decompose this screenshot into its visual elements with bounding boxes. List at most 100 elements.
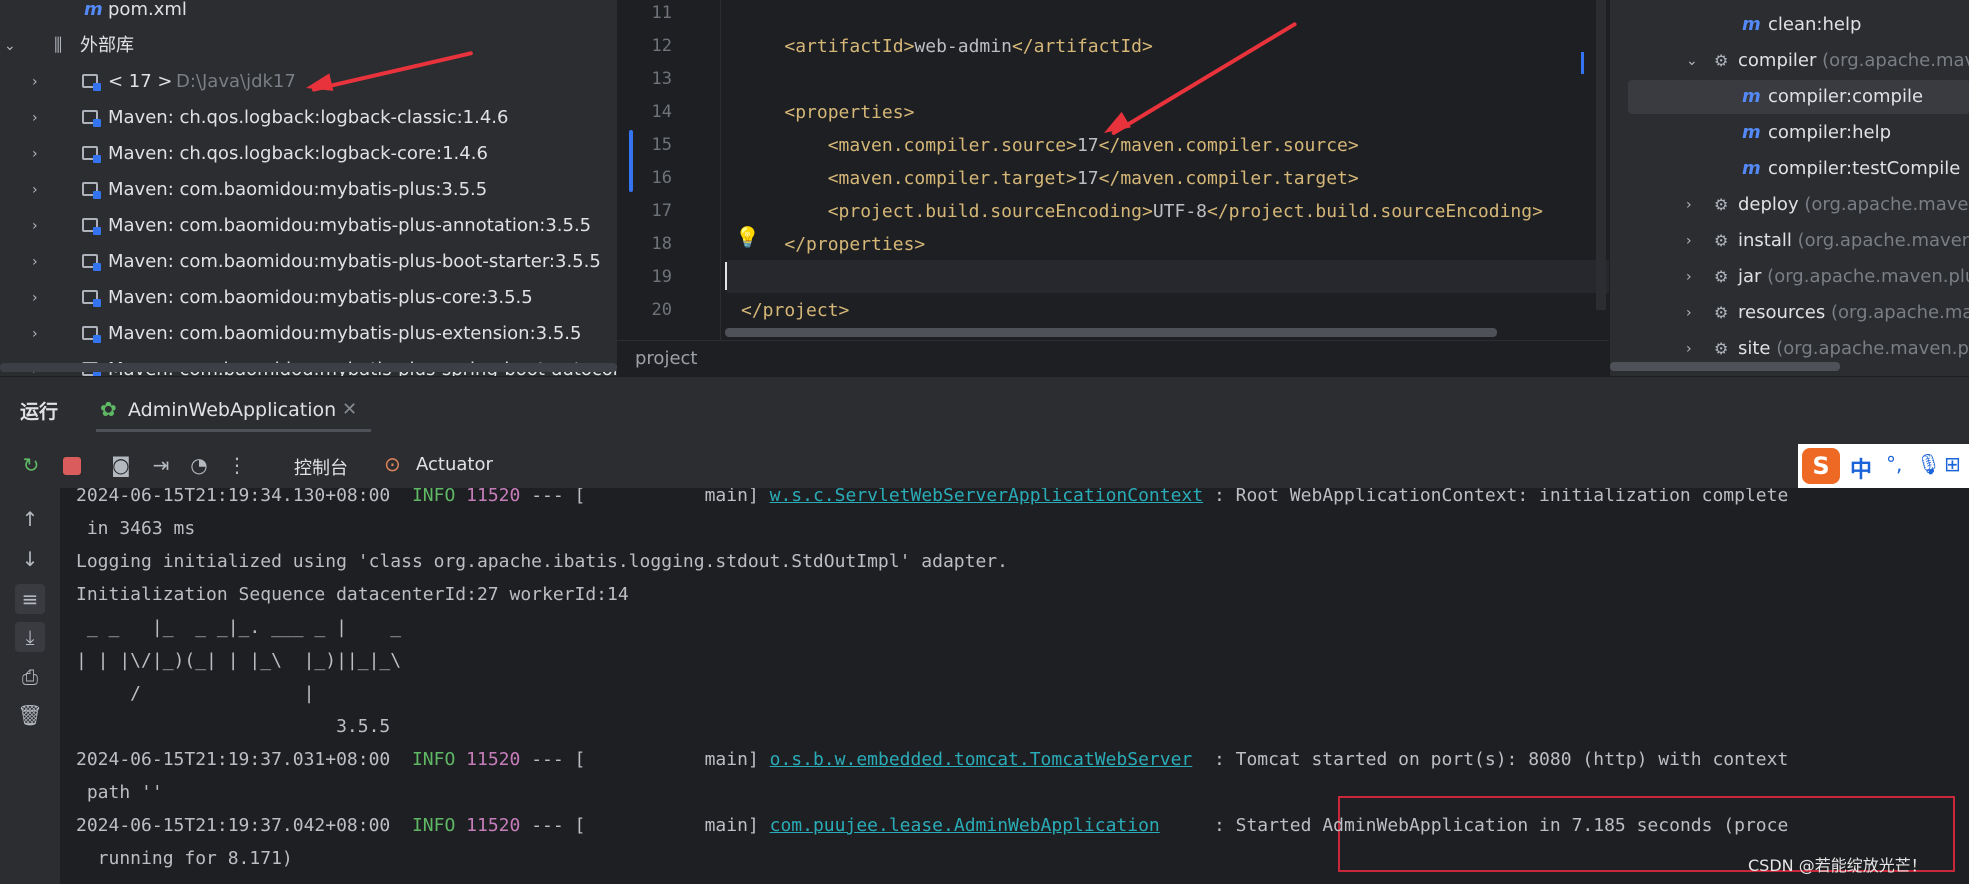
maven-goal-item[interactable]: ⌄ ⚙ compiler (org.apache.mave: [1686, 43, 1969, 79]
maven-goal-item[interactable]: › ⚙ install (org.apache.maven.: [1686, 223, 1969, 259]
maven-goal-item[interactable]: › ⚙ deploy (org.apache.maven: [1686, 187, 1969, 223]
tree-scrollbar[interactable]: [0, 363, 617, 372]
scroll-down-icon[interactable]: ↓: [15, 544, 45, 574]
tree-item[interactable]: › Maven: com.baomidou:mybatis-plus-boot-s…: [0, 244, 617, 280]
soft-wrap-icon[interactable]: ≡: [15, 584, 45, 614]
code-editor[interactable]: 11 12 13 14 15 16 17 18 19 20 💡 <artifactId>web-a…: [617, 0, 1609, 340]
print-icon[interactable]: ⎙: [15, 662, 45, 692]
code-line[interactable]: <properties>: [741, 96, 914, 129]
chevron-right-icon[interactable]: ›: [32, 100, 44, 136]
maven-goal-item[interactable]: m clean:help: [1742, 7, 1861, 43]
camera-icon[interactable]: ◙: [106, 450, 136, 480]
restore-layout-icon[interactable]: ⇥: [146, 450, 176, 480]
code-line[interactable]: <maven.compiler.source>17</maven.compile…: [741, 129, 1359, 162]
tree-item[interactable]: › Maven: com.baomidou:mybatis-plus-extens…: [0, 316, 617, 352]
tree-item[interactable]: ⌄ ⫼ 外部库: [0, 28, 617, 64]
maven-goal-icon: m: [1742, 158, 1761, 179]
chevron-right-icon[interactable]: ›: [1686, 295, 1692, 331]
chevron-down-icon[interactable]: ⌄: [4, 28, 16, 64]
log-logger-link[interactable]: w.s.c.ServletWebServerApplicationContext: [770, 488, 1203, 506]
xml-open-tag: <maven.compiler.target>: [827, 168, 1077, 189]
more-options-icon[interactable]: ⋮: [222, 450, 252, 480]
chevron-right-icon[interactable]: ›: [32, 208, 44, 244]
maven-goal-item[interactable]: › ⚙ site (org.apache.maven.plu: [1686, 331, 1969, 367]
chevron-right-icon[interactable]: ›: [1686, 331, 1692, 367]
log-logger-link[interactable]: o.s.b.w.embedded.tomcat.TomcatWebServer: [770, 749, 1193, 770]
maven-item-label: jar: [1738, 266, 1762, 287]
chevron-right-icon[interactable]: ›: [1686, 223, 1692, 259]
chevron-right-icon[interactable]: ›: [1686, 187, 1692, 223]
tree-item-label: Maven: com.baomidou:mybatis-plus-core:3.…: [108, 287, 533, 308]
chevron-right-icon[interactable]: ›: [32, 172, 44, 208]
chevron-down-icon[interactable]: ⌄: [1686, 43, 1698, 79]
library-icon: [82, 146, 101, 163]
console-line: Initialization Sequence datacenterId:27 …: [76, 578, 629, 611]
log-level: INFO: [411, 815, 456, 836]
line-number: 18: [651, 234, 672, 254]
xml-text: 17: [1076, 168, 1099, 189]
console-line: Logging initialized using 'class org.apa…: [76, 545, 1008, 578]
code-lines: <artifactId>web-admin</artifactId> <prop…: [727, 0, 1607, 340]
console-line: path '': [76, 776, 163, 809]
line-number: 13: [651, 69, 672, 89]
maven-item-label: compiler:testCompile: [1768, 158, 1961, 179]
chevron-right-icon[interactable]: ›: [32, 136, 44, 172]
code-line[interactable]: <maven.compiler.target>17</maven.compile…: [741, 162, 1359, 195]
console-text: 3.5.5: [76, 716, 402, 737]
console-output[interactable]: 2024-06-15T21:19:34.130+08:00 INFO 11520…: [60, 488, 1969, 884]
maven-item-groupid: (org.apache.maven: [1804, 194, 1969, 215]
change-marker: [629, 130, 633, 192]
horizontal-scrollbar[interactable]: [725, 328, 1497, 337]
maven-goal-item[interactable]: › ⚙ resources (org.apache.mav: [1686, 295, 1969, 331]
scroll-up-icon[interactable]: ↑: [15, 504, 45, 534]
code-line[interactable]: </project>: [741, 294, 849, 327]
code-line[interactable]: <artifactId>web-admin</artifactId>: [741, 30, 1153, 63]
profiler-icon[interactable]: ◔: [184, 450, 214, 480]
tree-item[interactable]: › Maven: com.baomidou:mybatis-plus-core:3…: [0, 280, 617, 316]
tree-item-label: 外部库: [80, 35, 134, 56]
log-timestamp: 2024-06-15T21:19:37.031+08:00: [76, 749, 391, 770]
run-tab-adminwebapplication[interactable]: ✿ AdminWebApplication ✕: [96, 391, 371, 433]
maven-item-groupid: (org.apache.maven.plu: [1776, 338, 1969, 359]
close-tab-icon[interactable]: ✕: [342, 399, 357, 420]
xml-close-tag: </artifactId>: [1011, 36, 1153, 57]
clear-all-icon[interactable]: 🗑: [15, 700, 45, 730]
tree-item[interactable]: › Maven: com.baomidou:mybatis-plus-annota…: [0, 208, 617, 244]
log-separator: --- [: [520, 815, 586, 836]
chevron-right-icon[interactable]: ›: [32, 64, 44, 100]
tree-item[interactable]: m pom.xml: [0, 0, 617, 28]
tree-item-label: Maven: ch.qos.logback:logback-core:1.4.6: [108, 143, 488, 164]
code-line[interactable]: </properties>: [741, 228, 925, 261]
maven-goal-item[interactable]: › ⚙ jar (org.apache.maven.plu: [1686, 259, 1969, 295]
tree-item[interactable]: › Maven: ch.qos.logback:logback-core:1.4.…: [0, 136, 617, 172]
maven-goal-item[interactable]: m compiler:help: [1742, 115, 1891, 151]
chevron-right-icon[interactable]: ›: [32, 316, 44, 352]
actuator-tab[interactable]: Actuator: [416, 454, 493, 475]
tree-item[interactable]: › Maven: com.baomidou:mybatis-plus:3.5.5: [0, 172, 617, 208]
scroll-to-end-icon[interactable]: ⤓: [15, 622, 45, 652]
log-level: INFO: [411, 488, 456, 506]
ime-punct-label[interactable]: °,: [1886, 452, 1902, 476]
maven-item-groupid: (org.apache.mave: [1822, 50, 1969, 71]
maven-item-label: site: [1738, 338, 1771, 359]
ime-mode-label[interactable]: 中: [1850, 452, 1872, 484]
maven-goal-item[interactable]: m compiler:testCompile: [1742, 151, 1960, 187]
microphone-icon[interactable]: 🎙: [1916, 452, 1941, 476]
stop-icon[interactable]: [63, 457, 81, 475]
chevron-right-icon[interactable]: ›: [1686, 259, 1692, 295]
maven-plugin-icon: ⚙: [1714, 303, 1729, 322]
maven-goal-item[interactable]: m compiler:compile: [1742, 79, 1923, 115]
console-tab[interactable]: 控制台: [294, 454, 348, 480]
rerun-icon[interactable]: ↻: [16, 450, 46, 480]
tree-item[interactable]: › Maven: ch.qos.logback:logback-classic:1…: [0, 100, 617, 136]
code-line[interactable]: <project.build.sourceEncoding>UTF-8</pro…: [741, 195, 1543, 228]
breadcrumb-project[interactable]: project: [635, 348, 697, 369]
chevron-right-icon[interactable]: ›: [32, 244, 44, 280]
vertical-scrollbar[interactable]: [1596, 0, 1606, 310]
xml-open-tag: <project.build.sourceEncoding>: [827, 201, 1153, 222]
keyboard-icon[interactable]: ⊞: [1944, 452, 1961, 476]
log-logger-link[interactable]: com.puujee.lease.AdminWebApplication: [770, 815, 1160, 836]
library-icon: [82, 182, 101, 199]
chevron-right-icon[interactable]: ›: [32, 280, 44, 316]
